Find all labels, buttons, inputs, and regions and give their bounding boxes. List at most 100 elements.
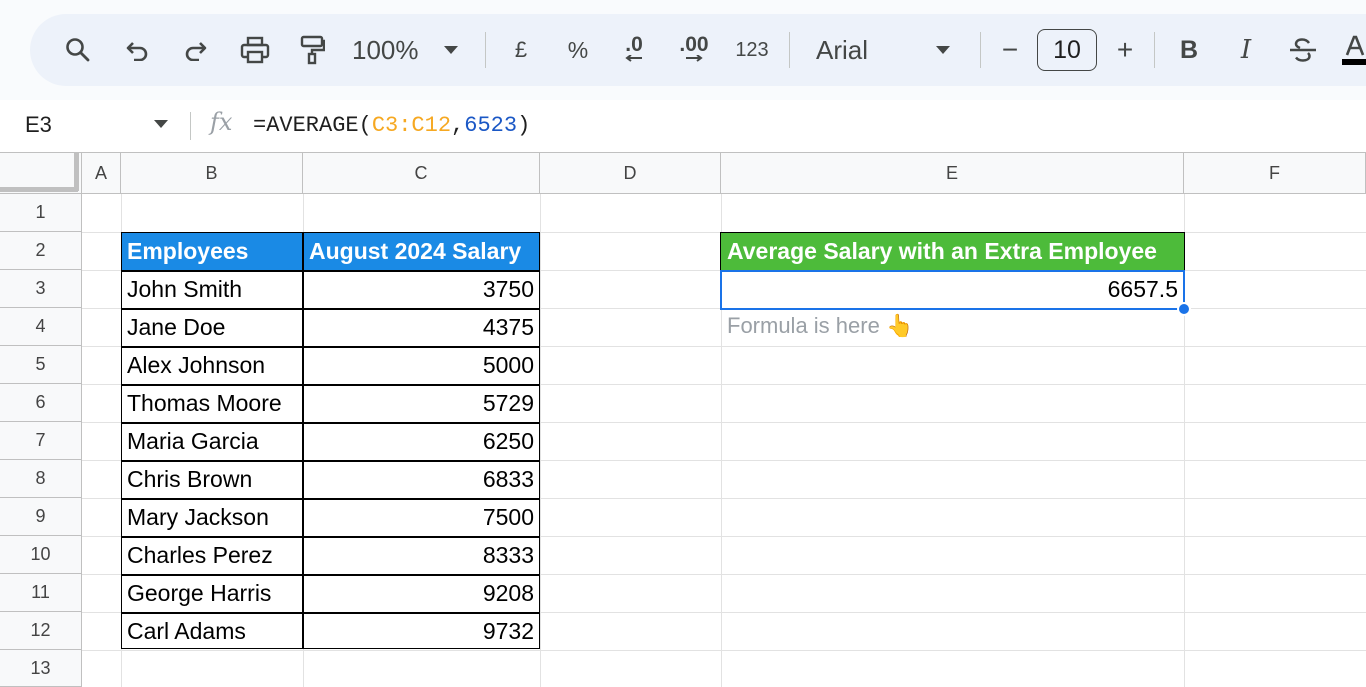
italic-label: I bbox=[1240, 35, 1252, 65]
search-icon[interactable] bbox=[58, 28, 98, 72]
formula-number: 6523 bbox=[464, 113, 518, 138]
font-size-input[interactable]: 10 bbox=[1037, 29, 1097, 71]
decrease-font-size-button[interactable]: − bbox=[995, 28, 1025, 72]
fill-handle[interactable] bbox=[1177, 302, 1191, 316]
number-format-label: 123 bbox=[735, 38, 769, 61]
decrease-decimals-button[interactable]: .0 bbox=[614, 28, 654, 72]
row-header-13[interactable]: 13 bbox=[0, 650, 82, 687]
table-row-salary[interactable]: 5000 bbox=[303, 346, 540, 384]
toolbar-divider bbox=[485, 32, 486, 68]
formula-bar: E3 fx =AVERAGE(C3:C12,6523) bbox=[0, 100, 1366, 152]
bold-label: B bbox=[1179, 35, 1199, 64]
row-header-10[interactable]: 10 bbox=[0, 536, 82, 574]
table-row-name[interactable]: Thomas Moore bbox=[121, 384, 303, 422]
percent-label: % bbox=[567, 36, 589, 63]
freeze-row-handle[interactable] bbox=[0, 187, 78, 192]
table-row-name[interactable]: John Smith bbox=[121, 270, 303, 308]
row-header-7[interactable]: 7 bbox=[0, 422, 82, 460]
table-row-salary[interactable]: 8333 bbox=[303, 536, 540, 574]
formula-input[interactable]: =AVERAGE(C3:C12,6523) bbox=[253, 113, 530, 138]
increase-decimals-button[interactable]: .00 bbox=[672, 28, 716, 72]
table-border bbox=[121, 270, 540, 272]
increase-decimals-label: .00 bbox=[679, 33, 709, 56]
row-header-5[interactable]: 5 bbox=[0, 346, 82, 384]
table-row-name[interactable]: Maria Garcia bbox=[121, 422, 303, 460]
table-row-name[interactable]: Alex Johnson bbox=[121, 346, 303, 384]
column-header-d[interactable]: D bbox=[540, 152, 721, 194]
name-box[interactable]: E3 bbox=[25, 112, 52, 138]
chevron-down-icon bbox=[936, 46, 950, 54]
redo-icon[interactable] bbox=[175, 28, 215, 72]
select-all-corner[interactable] bbox=[0, 152, 82, 194]
cell-e4-note[interactable]: Formula is here 👆 bbox=[727, 313, 913, 339]
column-header-c[interactable]: C bbox=[303, 152, 540, 194]
table-row-salary[interactable]: 6250 bbox=[303, 422, 540, 460]
number-format-button[interactable]: 123 bbox=[732, 28, 772, 72]
fx-icon: fx bbox=[210, 108, 233, 136]
row-header-1[interactable]: 1 bbox=[0, 194, 82, 232]
row-header-8[interactable]: 8 bbox=[0, 460, 82, 498]
table-row-salary[interactable]: 9208 bbox=[303, 574, 540, 612]
formula-range: C3:C12 bbox=[371, 113, 452, 138]
freeze-column-handle[interactable] bbox=[74, 153, 79, 191]
undo-icon[interactable] bbox=[118, 28, 158, 72]
arrow-left-icon bbox=[625, 55, 642, 62]
column-header-b[interactable]: B bbox=[121, 152, 303, 194]
table-row-salary[interactable]: 4375 bbox=[303, 308, 540, 346]
table-row-salary[interactable]: 5729 bbox=[303, 384, 540, 422]
row-header-4[interactable]: 4 bbox=[0, 308, 82, 346]
row-header-9[interactable]: 9 bbox=[0, 498, 82, 536]
row-header-2[interactable]: 2 bbox=[0, 232, 82, 270]
table-row-salary[interactable]: 7500 bbox=[303, 498, 540, 536]
chevron-down-icon[interactable] bbox=[154, 120, 168, 128]
text-color-icon[interactable] bbox=[1340, 28, 1366, 72]
zoom-value: 100% bbox=[352, 34, 419, 65]
currency-button[interactable]: £ bbox=[506, 28, 536, 72]
table-border bbox=[121, 574, 540, 576]
table-border bbox=[121, 536, 540, 538]
table-row-name[interactable]: Carl Adams bbox=[121, 612, 303, 650]
font-name: Arial bbox=[816, 34, 869, 65]
table-border bbox=[302, 232, 304, 649]
table-row-name[interactable]: Chris Brown bbox=[121, 460, 303, 498]
cell-e2[interactable]: Average Salary with an Extra Employee bbox=[721, 232, 1184, 270]
row-header-3[interactable]: 3 bbox=[0, 270, 82, 308]
cell-e3[interactable]: 6657.5 bbox=[721, 270, 1184, 308]
column-header-e[interactable]: E bbox=[721, 152, 1184, 194]
bold-button[interactable]: B bbox=[1173, 28, 1205, 72]
table-row-name[interactable]: Charles Perez bbox=[121, 536, 303, 574]
toolbar-area: 100% £ % .0 .00 123 Arial − 10 + B I bbox=[0, 0, 1366, 100]
table-row-name[interactable]: George Harris bbox=[121, 574, 303, 612]
table-row-name[interactable]: Mary Jackson bbox=[121, 498, 303, 536]
row-header-6[interactable]: 6 bbox=[0, 384, 82, 422]
font-select[interactable]: Arial bbox=[816, 28, 956, 72]
table-row-salary[interactable]: 6833 bbox=[303, 460, 540, 498]
gridline bbox=[540, 194, 541, 687]
table-border bbox=[121, 422, 540, 424]
gridline bbox=[1184, 194, 1185, 687]
chevron-down-icon bbox=[444, 46, 458, 54]
column-header-a[interactable]: A bbox=[82, 152, 121, 194]
table-row-name[interactable]: Jane Doe bbox=[121, 308, 303, 346]
strikethrough-icon[interactable] bbox=[1286, 28, 1320, 72]
row-header-12[interactable]: 12 bbox=[0, 612, 82, 650]
print-icon[interactable] bbox=[233, 28, 277, 72]
increase-font-size-button[interactable]: + bbox=[1110, 28, 1140, 72]
italic-button[interactable]: I bbox=[1230, 28, 1262, 72]
toolbar: 100% £ % .0 .00 123 Arial − 10 + B I bbox=[30, 14, 1366, 86]
zoom-select[interactable]: 100% bbox=[352, 28, 472, 72]
arrow-right-icon bbox=[686, 55, 703, 62]
row-header-11[interactable]: 11 bbox=[0, 574, 82, 612]
decrease-decimals-label: .0 bbox=[625, 33, 643, 56]
cell-b2[interactable]: Employees bbox=[121, 232, 303, 270]
spreadsheet-grid: A B C D E F 1 2 3 4 5 6 7 8 9 10 11 12 1… bbox=[0, 152, 1366, 687]
table-border bbox=[121, 308, 540, 310]
formula-bar-divider bbox=[190, 112, 191, 140]
table-row-salary[interactable]: 9732 bbox=[303, 612, 540, 650]
table-row-salary[interactable]: 3750 bbox=[303, 270, 540, 308]
paint-format-icon[interactable] bbox=[292, 28, 332, 72]
percent-button[interactable]: % bbox=[562, 28, 594, 72]
column-header-f[interactable]: F bbox=[1184, 152, 1366, 194]
toolbar-divider bbox=[980, 32, 981, 68]
cell-c2[interactable]: August 2024 Salary bbox=[303, 232, 540, 270]
